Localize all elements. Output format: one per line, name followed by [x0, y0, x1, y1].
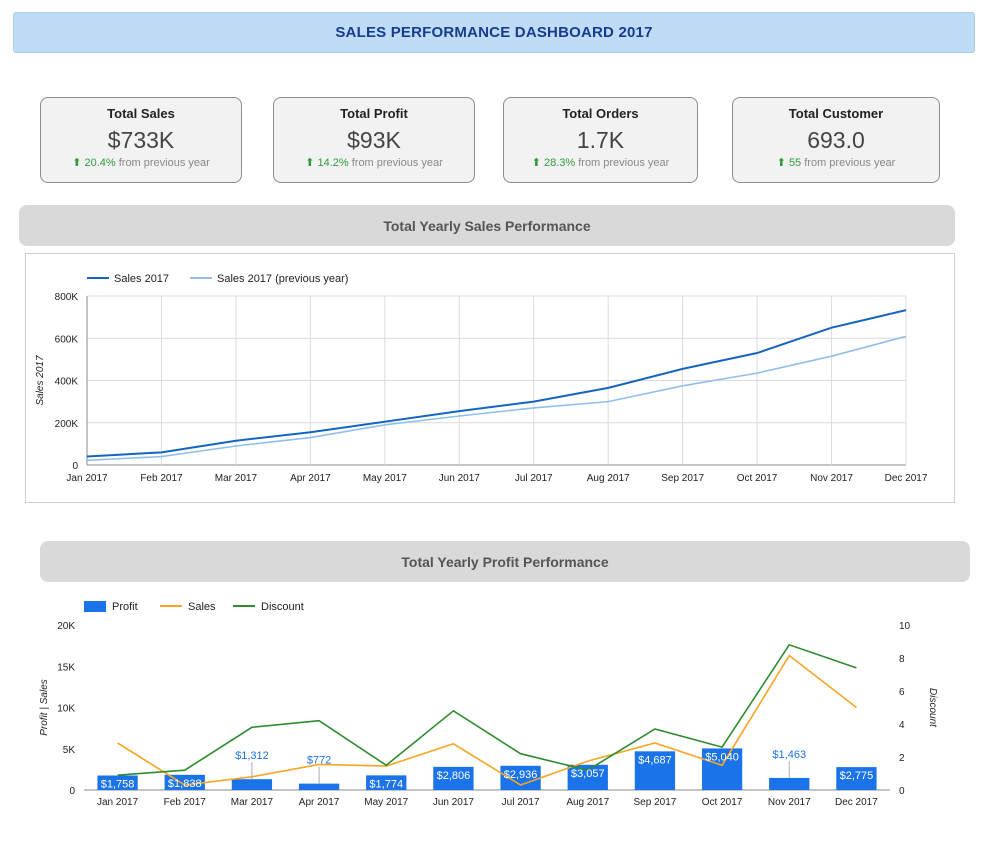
profit-data-label: $1,758 — [101, 778, 135, 790]
profit-data-label: $2,775 — [840, 770, 874, 782]
profit-x-tick-label: Sep 2017 — [634, 797, 677, 808]
profit-data-label: $2,936 — [504, 769, 538, 781]
profit-x-tick-label: Mar 2017 — [231, 797, 274, 808]
profit-legend-label: Profit — [112, 601, 138, 613]
profit-data-label: $1,312 — [235, 750, 269, 762]
profit-x-tick-label: Nov 2017 — [768, 797, 811, 808]
discount-y-tick-label: 8 — [899, 654, 905, 665]
discount-series-line — [117, 643, 857, 776]
profit-data-label: $1,838 — [168, 778, 202, 790]
profit-x-tick-label: Dec 2017 — [835, 797, 878, 808]
profit-x-tick-label: May 2017 — [364, 797, 408, 808]
profit-x-tick-label: Jan 2017 — [97, 797, 139, 808]
discount-y-tick-label: 2 — [899, 753, 905, 764]
discount-legend-label: Discount — [261, 601, 304, 613]
discount-y-tick-label: 4 — [899, 720, 905, 731]
discount-y-tick-label: 0 — [899, 786, 905, 797]
profit-data-label: $1,774 — [369, 778, 403, 790]
profit-y-tick-label: 15K — [57, 662, 75, 673]
profit-chart-legend: Profit Sales Discount — [84, 601, 304, 613]
profit-bar — [298, 783, 340, 790]
profit-y-tick-label: 10K — [57, 704, 75, 715]
discount-y-tick-label: 6 — [899, 687, 905, 698]
profit-x-tick-label: Apr 2017 — [299, 797, 340, 808]
profit-data-label: $2,806 — [437, 770, 471, 782]
profit-y-tick-label: 20K — [57, 621, 75, 632]
profit-data-label: $4,687 — [638, 754, 672, 766]
profit-chart-bars — [97, 748, 877, 790]
profit-y-tick-label: 5K — [63, 745, 76, 756]
profit-combo-chart: 0 5K 10K 15K 20K 0 2 4 6 8 10 Jan 2017 Feb 2017 Mar 2… — [39, 601, 938, 808]
profit-y-axis-title: Profit | Sales — [39, 679, 50, 736]
profit-data-label: $1,463 — [772, 749, 806, 761]
sales-series-line — [117, 654, 857, 786]
discount-y-axis-title: Discount — [927, 688, 938, 728]
profit-data-label: $772 — [307, 755, 331, 767]
profit-x-tick-label: Jul 2017 — [502, 797, 540, 808]
profit-bar — [769, 777, 810, 790]
profit-chart-labels: $1,758 $1,838 $1,312 $772 $1,774 $2,806 $2,936… — [101, 749, 873, 791]
profit-legend-swatch — [84, 601, 106, 612]
profit-x-tick-label: Aug 2017 — [566, 797, 609, 808]
profit-y-tick-label: 0 — [69, 786, 75, 797]
profit-x-tick-label: Oct 2017 — [702, 797, 743, 808]
sales-legend-label: Sales — [188, 601, 216, 613]
discount-y-tick-label: 10 — [899, 621, 911, 632]
profit-chart-lines — [117, 643, 857, 786]
profit-x-tick-label: Feb 2017 — [164, 797, 207, 808]
profit-data-label: $3,057 — [571, 768, 605, 780]
profit-bar — [231, 779, 273, 790]
profit-x-tick-label: Jun 2017 — [433, 797, 475, 808]
profit-data-label: $5,040 — [705, 751, 739, 763]
